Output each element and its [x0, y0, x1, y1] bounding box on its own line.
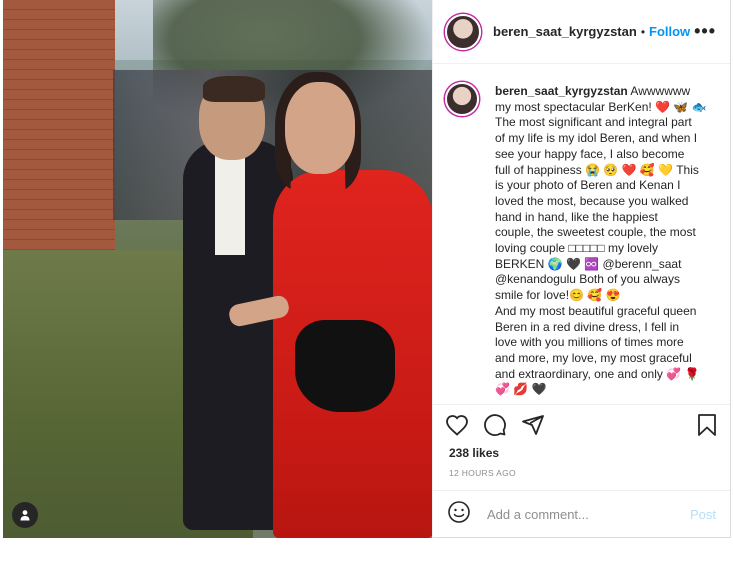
caption-line: couple, the sweetest couple, the most: [495, 225, 696, 240]
header-separator: •: [640, 24, 646, 39]
caption-line: of my life is my idol Beren, and when I: [495, 131, 698, 146]
caption-section: beren_saat_kyrgyzstan Awwwwww my most sp…: [433, 64, 730, 404]
photo-man-shirt: [215, 145, 245, 255]
follow-button[interactable]: Follow: [649, 24, 690, 39]
caption-line: my most spectacular BerKen! ❤️ 🦋 🐟: [495, 99, 707, 114]
caption-line: The most significant and integral part: [495, 115, 692, 130]
caption-line: is your photo of Beren and Kenan I: [495, 178, 681, 193]
caption-line: Beren in a red divine dress, I fell in: [495, 319, 680, 334]
more-options-icon: •••: [694, 21, 716, 41]
share-button[interactable]: [521, 413, 545, 437]
caption-line: and more, my love, my most graceful: [495, 350, 692, 365]
caption-line: @kenandogulu Both of you always: [495, 272, 680, 287]
comment-input[interactable]: [485, 506, 690, 523]
caption-line: BERKEN 🌍 🖤 ♾️ @berenn_saat: [495, 256, 682, 271]
caption-line: and extraordinary, one and only 💞 🌹: [495, 366, 700, 381]
caption-line: full of happiness 😭 🥺 ❤️ 🥰 💛 This: [495, 162, 699, 177]
comment-icon: [484, 413, 506, 436]
more-options-button[interactable]: •••: [694, 21, 716, 42]
post-timestamp[interactable]: 12 HOURS AGO: [449, 468, 516, 478]
photo-man-hair: [203, 76, 265, 102]
action-bar: [433, 404, 730, 444]
caption-line: smile for love!😊 🥰 😍: [495, 288, 621, 303]
bookmark-icon: [698, 413, 716, 436]
comment-button[interactable]: [483, 413, 507, 437]
save-button[interactable]: [696, 413, 718, 437]
post-photo[interactable]: [3, 0, 432, 538]
post-header: beren_saat_kyrgyzstan • Follow •••: [433, 0, 730, 64]
post-side-panel: beren_saat_kyrgyzstan • Follow ••• beren…: [432, 0, 730, 538]
caption-line: love with you millions of times more: [495, 335, 684, 350]
photo-black-bag: [295, 320, 395, 412]
header-username[interactable]: beren_saat_kyrgyzstan: [493, 24, 637, 39]
photo-brick-wall: [3, 0, 115, 255]
user-tag-icon: [20, 510, 30, 521]
emoji-button[interactable]: [447, 500, 471, 529]
emoji-icon: [448, 501, 470, 523]
instagram-post: beren_saat_kyrgyzstan • Follow ••• beren…: [3, 0, 731, 538]
caption-line: And my most beautiful graceful queen: [495, 303, 697, 318]
caption-line: see your happy face, I also become: [495, 146, 685, 161]
photo-woman-head: [285, 82, 355, 174]
caption-avatar[interactable]: [445, 82, 479, 116]
likes-count[interactable]: 238 likes: [449, 446, 499, 460]
post-comment-button[interactable]: Post: [690, 507, 716, 522]
avatar[interactable]: [445, 13, 481, 50]
caption-line: 💞 💋 🖤: [495, 382, 547, 397]
user-tag-button[interactable]: [12, 502, 38, 528]
heart-icon: [446, 414, 468, 436]
caption-line: loving couple □□□□□ my lovely: [495, 241, 658, 256]
like-button[interactable]: [445, 414, 469, 436]
caption-line: loved the most, because you walked: [495, 193, 689, 208]
caption-line: Awwwwww: [630, 84, 691, 98]
share-icon: [522, 414, 544, 435]
caption-line: hand in hand, like the happiest: [495, 209, 658, 224]
comment-bar: Post: [433, 490, 730, 538]
caption-text: beren_saat_kyrgyzstan Awwwwww my most sp…: [495, 84, 717, 398]
caption-username[interactable]: beren_saat_kyrgyzstan: [495, 84, 628, 98]
